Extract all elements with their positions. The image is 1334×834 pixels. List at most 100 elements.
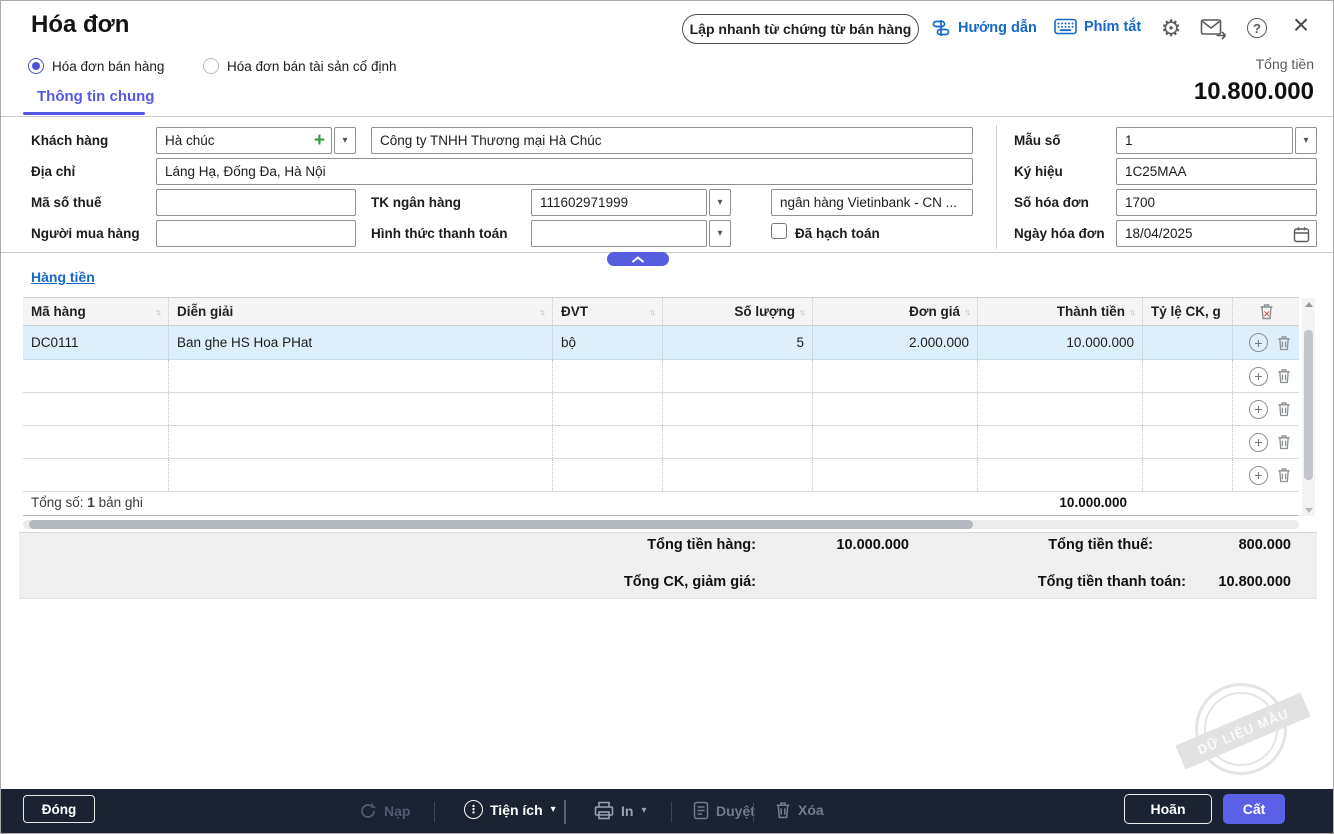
cell-quantity[interactable] [663, 426, 813, 458]
tax-code-input[interactable] [156, 189, 356, 216]
delete-row-icon[interactable] [1277, 401, 1291, 417]
delete-button[interactable]: Xóa [775, 801, 824, 819]
customer-code-input[interactable] [157, 128, 331, 153]
cell-amount[interactable] [978, 393, 1143, 425]
tab-general-info[interactable]: Thông tin chung [37, 88, 154, 105]
radio-fixed-asset-invoice[interactable]: Hóa đơn bán tài sản cố định [203, 58, 396, 74]
cell-unit-price[interactable] [813, 459, 978, 491]
cell-unit[interactable] [553, 459, 663, 491]
buyer-input[interactable] [156, 220, 356, 247]
table-row[interactable]: DC0111 Ban ghe HS Hoa PHat bộ 5 2.000.00… [23, 326, 1299, 360]
cell-amount[interactable] [978, 426, 1143, 458]
cell-unit-price[interactable]: 2.000.000 [813, 326, 978, 359]
address-input[interactable] [156, 158, 973, 185]
scroll-down-arrow[interactable] [1305, 508, 1313, 513]
template-no-dropdown-button[interactable]: ▾ [1295, 127, 1317, 154]
table-row-empty[interactable]: + [23, 459, 1299, 492]
cell-description[interactable] [169, 426, 553, 458]
cell-amount[interactable] [978, 360, 1143, 392]
cell-quantity[interactable] [663, 360, 813, 392]
payment-method-dropdown-button[interactable]: ▾ [709, 220, 731, 247]
col-header-quantity[interactable]: Số lượng↑↓ [663, 298, 813, 325]
series-input[interactable] [1116, 158, 1317, 185]
items-section-link[interactable]: Hàng tiền [31, 269, 95, 285]
close-button[interactable]: × [1288, 12, 1314, 38]
postpone-button[interactable]: Hoãn [1124, 794, 1212, 824]
cell-description[interactable] [169, 459, 553, 491]
cell-unit[interactable] [553, 426, 663, 458]
sort-icon[interactable]: ↑↓ [799, 307, 804, 317]
cell-unit[interactable]: bộ [553, 326, 663, 359]
cell-amount[interactable] [978, 459, 1143, 491]
cell-discount-rate[interactable] [1143, 459, 1233, 491]
cell-quantity[interactable]: 5 [663, 326, 813, 359]
add-row-icon[interactable]: + [1249, 466, 1268, 485]
quick-create-button[interactable]: Lập nhanh từ chứng từ bán hàng [682, 14, 919, 44]
cell-item-code[interactable] [23, 459, 169, 491]
payment-method-input[interactable] [532, 221, 706, 246]
delete-all-rows-button[interactable]: ✕ [1259, 303, 1274, 320]
add-customer-icon[interactable]: + [314, 130, 325, 152]
col-header-discount-rate[interactable]: Tỷ lệ CK, g [1143, 298, 1233, 325]
table-row-empty[interactable]: + [23, 426, 1299, 459]
col-header-unit[interactable]: ĐVT↑↓ [553, 298, 663, 325]
col-header-description[interactable]: Diễn giải↑↓ [169, 298, 553, 325]
cell-quantity[interactable] [663, 393, 813, 425]
help-button[interactable]: ? [1244, 15, 1270, 41]
guide-link[interactable]: Hướng dẫn [931, 18, 1037, 38]
utilities-button[interactable]: ⋮ Tiện ích ▾ [464, 800, 556, 819]
horizontal-scrollbar-thumb[interactable] [29, 520, 973, 529]
sort-icon[interactable]: ↑↓ [539, 307, 544, 317]
cell-item-code[interactable] [23, 360, 169, 392]
table-row-empty[interactable]: + [23, 393, 1299, 426]
delete-row-icon[interactable] [1277, 368, 1291, 384]
horizontal-scrollbar[interactable] [23, 520, 1299, 529]
cell-discount-rate[interactable] [1143, 393, 1233, 425]
cell-unit-price[interactable] [813, 426, 978, 458]
table-row-empty[interactable]: + [23, 360, 1299, 393]
col-header-item-code[interactable]: Mã hàng↑↓ [23, 298, 169, 325]
col-header-unit-price[interactable]: Đơn giá↑↓ [813, 298, 978, 325]
close-dialog-button[interactable]: Đóng [23, 795, 95, 823]
cell-unit[interactable] [553, 393, 663, 425]
settings-button[interactable]: ⚙ [1158, 15, 1184, 41]
invoice-no-input[interactable] [1116, 189, 1317, 216]
customer-name-input[interactable] [371, 127, 973, 154]
invoice-date-input[interactable] [1117, 221, 1316, 246]
posted-checkbox[interactable] [771, 223, 787, 239]
delete-row-icon[interactable] [1277, 434, 1291, 450]
approve-button[interactable]: Duyệt [693, 801, 755, 820]
vertical-scrollbar-thumb[interactable] [1304, 330, 1313, 480]
calendar-icon[interactable] [1293, 226, 1310, 243]
cell-discount-rate[interactable] [1143, 360, 1233, 392]
send-email-button[interactable] [1200, 15, 1226, 41]
bank-account-input[interactable] [532, 190, 706, 215]
sort-icon[interactable]: ↑↓ [155, 307, 160, 317]
delete-row-icon[interactable] [1277, 335, 1291, 351]
collapse-header-button[interactable] [607, 252, 669, 266]
shortcuts-link[interactable]: Phím tắt [1054, 18, 1141, 35]
cell-unit[interactable] [553, 360, 663, 392]
customer-dropdown-button[interactable]: ▾ [334, 127, 356, 154]
cell-description[interactable] [169, 393, 553, 425]
cell-item-code[interactable] [23, 393, 169, 425]
cell-amount[interactable]: 10.000.000 [978, 326, 1143, 359]
reload-button[interactable]: Nạp [359, 802, 410, 820]
radio-sales-invoice[interactable]: Hóa đơn bán hàng [28, 58, 164, 74]
vertical-scrollbar[interactable] [1302, 298, 1315, 516]
template-no-input[interactable] [1117, 128, 1292, 153]
add-row-icon[interactable]: + [1249, 367, 1268, 386]
cell-unit-price[interactable] [813, 393, 978, 425]
print-button[interactable]: In ▾ [594, 801, 646, 820]
sort-icon[interactable]: ↑↓ [964, 307, 969, 317]
cell-quantity[interactable] [663, 459, 813, 491]
cell-description[interactable]: Ban ghe HS Hoa PHat [169, 326, 553, 359]
col-header-amount[interactable]: Thành tiền↑↓ [978, 298, 1143, 325]
cell-description[interactable] [169, 360, 553, 392]
add-row-icon[interactable]: + [1249, 333, 1268, 352]
add-row-icon[interactable]: + [1249, 400, 1268, 419]
delete-row-icon[interactable] [1277, 467, 1291, 483]
add-row-icon[interactable]: + [1249, 433, 1268, 452]
scroll-up-arrow[interactable] [1305, 302, 1313, 307]
sort-icon[interactable]: ↑↓ [649, 307, 654, 317]
